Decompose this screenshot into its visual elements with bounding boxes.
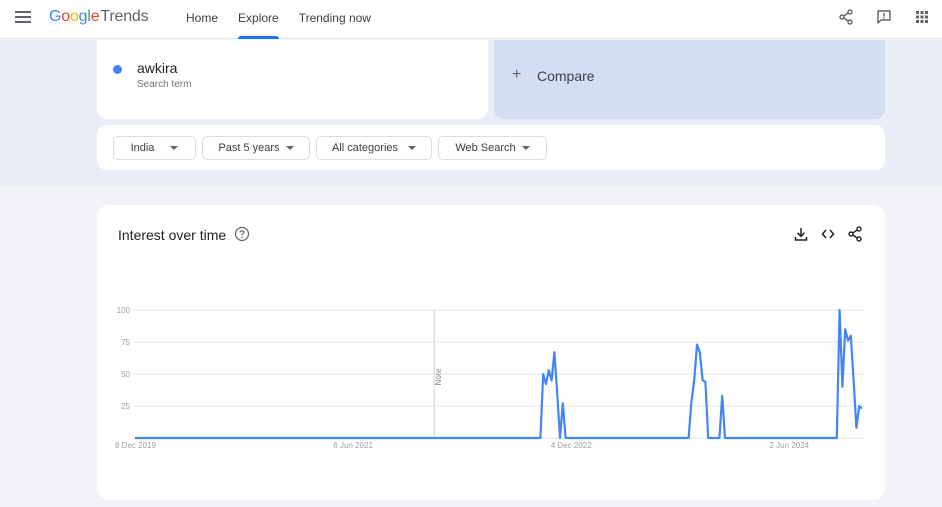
- x-tick-label: 6 Jun 2021: [333, 441, 373, 450]
- caret-down-icon: [285, 146, 294, 150]
- google-trends-logo[interactable]: GoogleTrends: [49, 8, 149, 26]
- region-filter[interactable]: India: [113, 136, 196, 160]
- apps-icon[interactable]: [912, 7, 932, 27]
- x-tick-label: 8 Dec 2019: [115, 441, 156, 450]
- main-nav: Home Explore Trending now: [176, 0, 381, 39]
- note-label: Note: [434, 368, 443, 385]
- chart-gridlines: [133, 309, 864, 439]
- nav-trending-now[interactable]: Trending now: [289, 0, 381, 39]
- compare-label: Compare: [537, 68, 595, 84]
- interest-line-chart: 25 50 75 100 8 Dec 2019 6 Jun 2021 4 Dec 2022…: [115, 306, 864, 450]
- y-axis-ticks: 25 50 75 100: [117, 306, 131, 411]
- share-icon[interactable]: [836, 7, 856, 27]
- caret-down-icon: [170, 146, 179, 150]
- filter-label: Web Search: [455, 142, 516, 154]
- hamburger-menu-icon[interactable]: [15, 11, 31, 25]
- search-type-filter[interactable]: Web Search: [438, 136, 547, 160]
- time-range-filter[interactable]: Past 5 years: [202, 136, 310, 160]
- filter-label: India: [130, 142, 155, 154]
- filter-bar: India Past 5 years All categories Web Se…: [97, 125, 885, 170]
- y-tick-label: 25: [121, 402, 130, 411]
- logo-letter: o: [69, 8, 79, 25]
- x-tick-label: 2 Jun 2024: [770, 441, 810, 450]
- logo-product: Trends: [100, 8, 149, 25]
- logo-letter: e: [90, 8, 100, 25]
- filter-label: Past 5 years: [218, 142, 280, 154]
- chart-note[interactable]: Note: [433, 310, 443, 438]
- feedback-icon[interactable]: [874, 7, 894, 27]
- compare-button[interactable]: + Compare: [494, 40, 885, 119]
- logo-letter: o: [61, 8, 70, 25]
- top-bar: GoogleTrends Home Explore Trending now: [0, 0, 942, 39]
- y-tick-label: 75: [121, 338, 130, 347]
- y-tick-label: 100: [117, 306, 131, 315]
- logo-letter: G: [49, 8, 62, 25]
- interest-over-time-panel: Interest over time 25 50 75 100 8 Dec 2019 6…: [97, 205, 885, 500]
- x-axis-ticks: 8 Dec 2019 6 Jun 2021 4 Dec 2022 2 Jun 2024: [115, 441, 810, 450]
- search-term-subtitle: Search term: [137, 79, 192, 90]
- plus-icon: +: [512, 66, 522, 83]
- x-tick-label: 4 Dec 2022: [551, 441, 592, 450]
- nav-explore[interactable]: Explore: [228, 0, 289, 39]
- y-tick-label: 50: [121, 370, 130, 379]
- search-term[interactable]: awkira: [137, 60, 177, 76]
- category-filter[interactable]: All categories: [316, 136, 432, 160]
- header-actions: [836, 7, 932, 27]
- term-color-dot: [113, 65, 122, 74]
- search-term-card[interactable]: awkira Search term: [97, 40, 488, 119]
- caret-down-icon: [521, 146, 530, 150]
- filter-label: All categories: [331, 142, 399, 154]
- nav-home[interactable]: Home: [176, 0, 228, 39]
- caret-down-icon: [408, 146, 417, 150]
